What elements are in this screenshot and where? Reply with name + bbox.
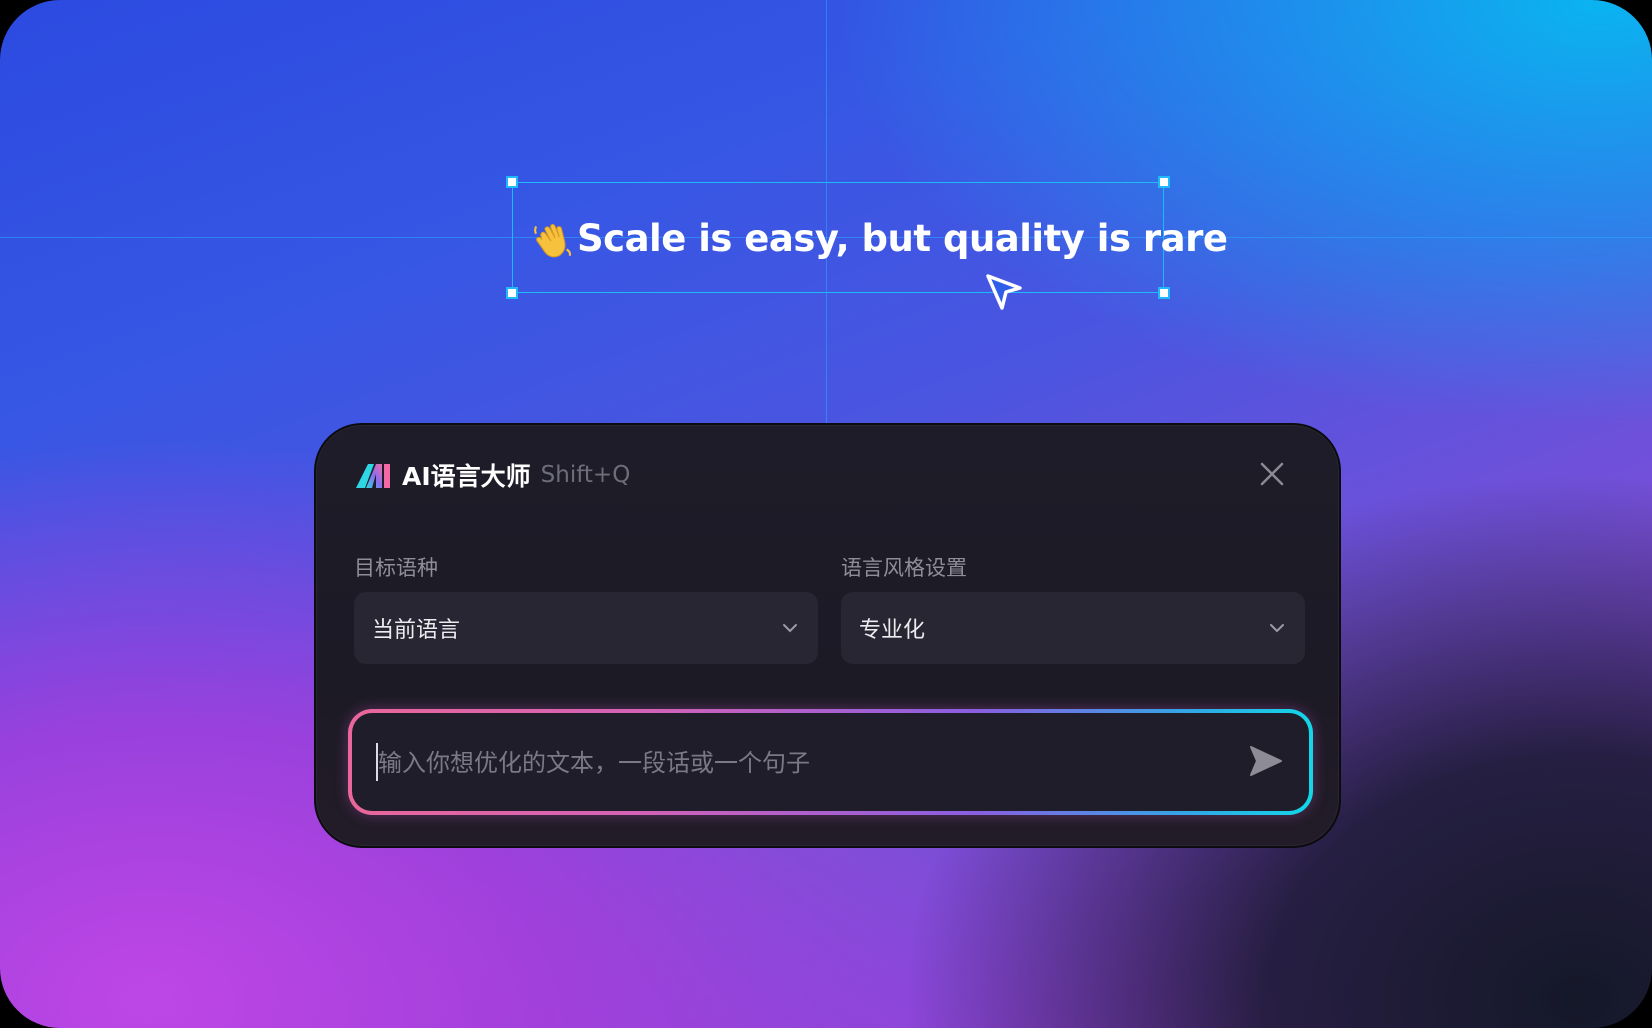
- waving-hand-icon: [534, 223, 571, 257]
- text-input-inner: [352, 713, 1309, 813]
- optimize-text-input[interactable]: [376, 713, 1220, 813]
- text-input-container: [348, 709, 1313, 815]
- style-setting-value: 专业化: [859, 618, 926, 643]
- panel-header: AI语言大师 Shift+Q: [356, 455, 630, 495]
- mouse-pointer-icon: [986, 274, 1022, 310]
- chevron-down-icon: [783, 624, 797, 633]
- canvas-background: Scale is easy, but quality is rare AI语言大…: [0, 0, 1652, 1028]
- resize-handle-bottom-right[interactable]: [1158, 287, 1170, 299]
- resize-handle-bottom-left[interactable]: [506, 287, 518, 299]
- text-selection-box[interactable]: Scale is easy, but quality is rare: [506, 176, 1228, 299]
- resize-handle-top-left[interactable]: [506, 176, 518, 188]
- selected-text-layer[interactable]: Scale is easy, but quality is rare: [533, 217, 1228, 260]
- target-language-label: 目标语种: [354, 556, 438, 580]
- ai-logo-icon: [356, 464, 390, 488]
- ai-language-master-panel: AI语言大师 Shift+Q 目标语种 语言风格设置 当前语言 专业化: [314, 423, 1341, 848]
- app-title: AI语言大师: [402, 462, 531, 491]
- shortcut-hint: Shift+Q: [540, 462, 631, 488]
- selected-text: Scale is easy, but quality is rare: [577, 217, 1228, 260]
- style-setting-label: 语言风格设置: [841, 556, 967, 580]
- close-icon[interactable]: [1255, 457, 1289, 491]
- resize-handle-top-right[interactable]: [1158, 176, 1170, 188]
- send-icon[interactable]: [1245, 741, 1285, 781]
- target-language-select[interactable]: 当前语言: [354, 592, 818, 664]
- target-language-value: 当前语言: [372, 618, 461, 643]
- chevron-down-icon: [1270, 624, 1284, 633]
- style-setting-select[interactable]: 专业化: [841, 592, 1305, 664]
